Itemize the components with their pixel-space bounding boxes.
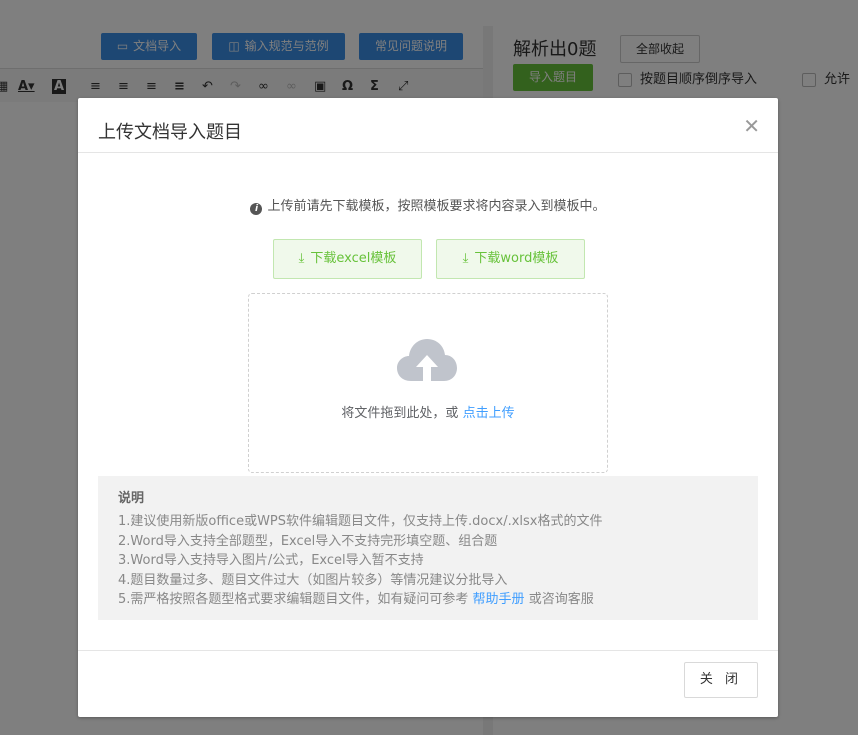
click-upload-link[interactable]: 点击上传 (463, 406, 515, 421)
dialog-footer: 关 闭 (78, 650, 778, 718)
info-icon: i (250, 203, 263, 215)
note-item: 1.建议使用新版office或WPS软件编辑题目文件，仅支持上传.docx/.x… (118, 514, 603, 529)
notes-title: 说明 (118, 491, 145, 506)
note-item: 2.Word导入支持全部题型，Excel导入不支持完形填空题、组合题 (118, 533, 498, 549)
dialog-title: 上传文档导入题目 (98, 122, 242, 143)
cloud-upload-icon (397, 339, 457, 381)
upload-dropzone[interactable]: 将文件拖到此处，或 点击上传 (248, 293, 608, 473)
note-item: 5.需严格按照各题型格式要求编辑题目文件，如有疑问可参考 帮助手册 或咨询客服 (118, 592, 594, 608)
help-manual-link[interactable]: 帮助手册 (473, 592, 525, 607)
close-button[interactable]: 关 闭 (684, 662, 758, 698)
upload-dialog: 上传文档导入题目 ✕ i 上传前请先下载模板，按照模板要求将内容录入到模板中。 ⤓… (78, 98, 778, 717)
close-icon[interactable]: ✕ (743, 114, 760, 138)
download-icon: ⤓ (298, 251, 305, 266)
notes-list: 1.建议使用新版office或WPS软件编辑题目文件，仅支持上传.docx/.x… (118, 512, 602, 610)
note-item: 3.Word导入支持导入图片/公式，Excel导入暂不支持 (118, 553, 424, 569)
notes-box: 说明 1.建议使用新版office或WPS软件编辑题目文件，仅支持上传.docx… (98, 476, 758, 620)
download-excel-button[interactable]: ⤓ 下载excel模板 (273, 239, 422, 279)
template-hint: i 上传前请先下载模板，按照模板要求将内容录入到模板中。 (78, 195, 778, 215)
dialog-header: 上传文档导入题目 ✕ (78, 98, 778, 153)
download-word-button[interactable]: ⤓ 下载word模板 (436, 239, 585, 279)
note-item: 4.题目数量过多、题目文件过大（如图片较多）等情况建议分批导入 (118, 572, 508, 588)
download-icon: ⤓ (462, 251, 469, 266)
dropzone-text: 将文件拖到此处，或 点击上传 (341, 406, 515, 421)
